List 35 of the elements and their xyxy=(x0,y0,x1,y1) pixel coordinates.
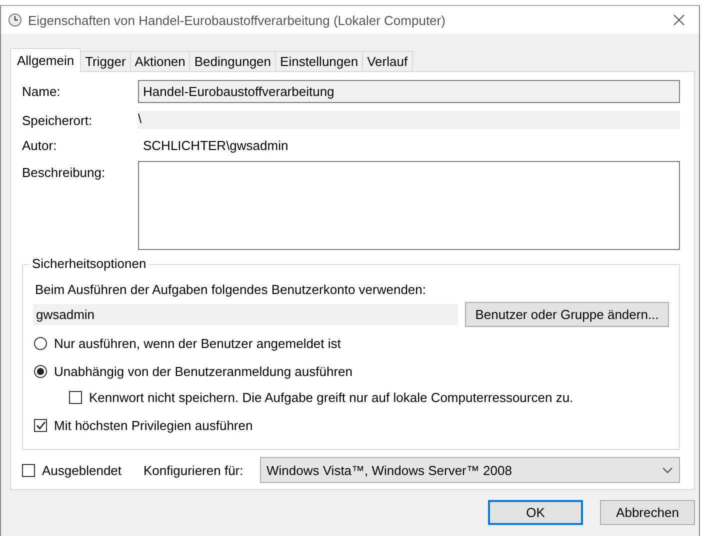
option-label[interactable]: Kennwort nicht speichern. Die Aufgabe greift nur auf lokale Computerressourcen zu. xyxy=(89,390,574,404)
option-label[interactable]: Mit höchsten Privilegien ausführen xyxy=(54,418,253,432)
field-label: Beschreibung: xyxy=(22,164,106,180)
description-field[interactable] xyxy=(138,161,680,250)
tab[interactable]: Trigger xyxy=(80,51,131,71)
tab[interactable]: Allgemein xyxy=(10,48,82,72)
checkbox[interactable] xyxy=(69,390,82,404)
clock-icon xyxy=(8,13,22,27)
author-value: SCHLICHTER\gwsadmin xyxy=(142,138,290,153)
field-label: Speicherort: xyxy=(22,112,94,128)
change-user-button[interactable]: Benutzer oder Gruppe ändern... xyxy=(465,302,669,327)
account-field: gwsadmin xyxy=(33,304,458,325)
cancel-button[interactable]: Abbrechen xyxy=(600,500,695,525)
option-label[interactable]: Ausgeblendet xyxy=(42,462,122,478)
group-title: Sicherheitsoptionen xyxy=(29,256,150,271)
checkbox[interactable] xyxy=(34,418,47,432)
checkbox[interactable] xyxy=(22,464,35,476)
location-field: \ xyxy=(138,111,680,129)
option-label[interactable]: Nur ausführen, wenn der Benutzer angemeldet ist xyxy=(54,336,341,350)
close-icon xyxy=(673,14,685,26)
radio-button[interactable] xyxy=(34,336,47,350)
radio-button[interactable] xyxy=(34,364,47,378)
name-field[interactable]: Handel-Eurobaustoffverarbeitung xyxy=(138,80,680,103)
ok-button[interactable]: OK xyxy=(488,500,583,525)
configure-label: Konfigurieren für: xyxy=(144,462,244,478)
tab[interactable]: Bedingungen xyxy=(189,51,276,71)
tab[interactable]: Einstellungen xyxy=(275,51,364,71)
field-label: Name: xyxy=(22,84,62,99)
tab[interactable]: Verlauf xyxy=(362,51,413,71)
chevron-icon xyxy=(662,466,673,474)
configure-dropdown[interactable]: Windows Vista™, Windows Server™ 2008 xyxy=(260,457,680,483)
window-title: Eigenschaften von Handel-Eurobaustoffverarbeitung (Lokaler Computer) xyxy=(28,12,446,28)
option-label[interactable]: Unabhängig von der Benutzeranmeldung ausführen xyxy=(54,364,352,378)
account-prompt: Beim Ausführen der Aufgaben folgendes Benutzerkonto verwenden: xyxy=(34,282,427,297)
field-label: Autor: xyxy=(22,138,58,153)
